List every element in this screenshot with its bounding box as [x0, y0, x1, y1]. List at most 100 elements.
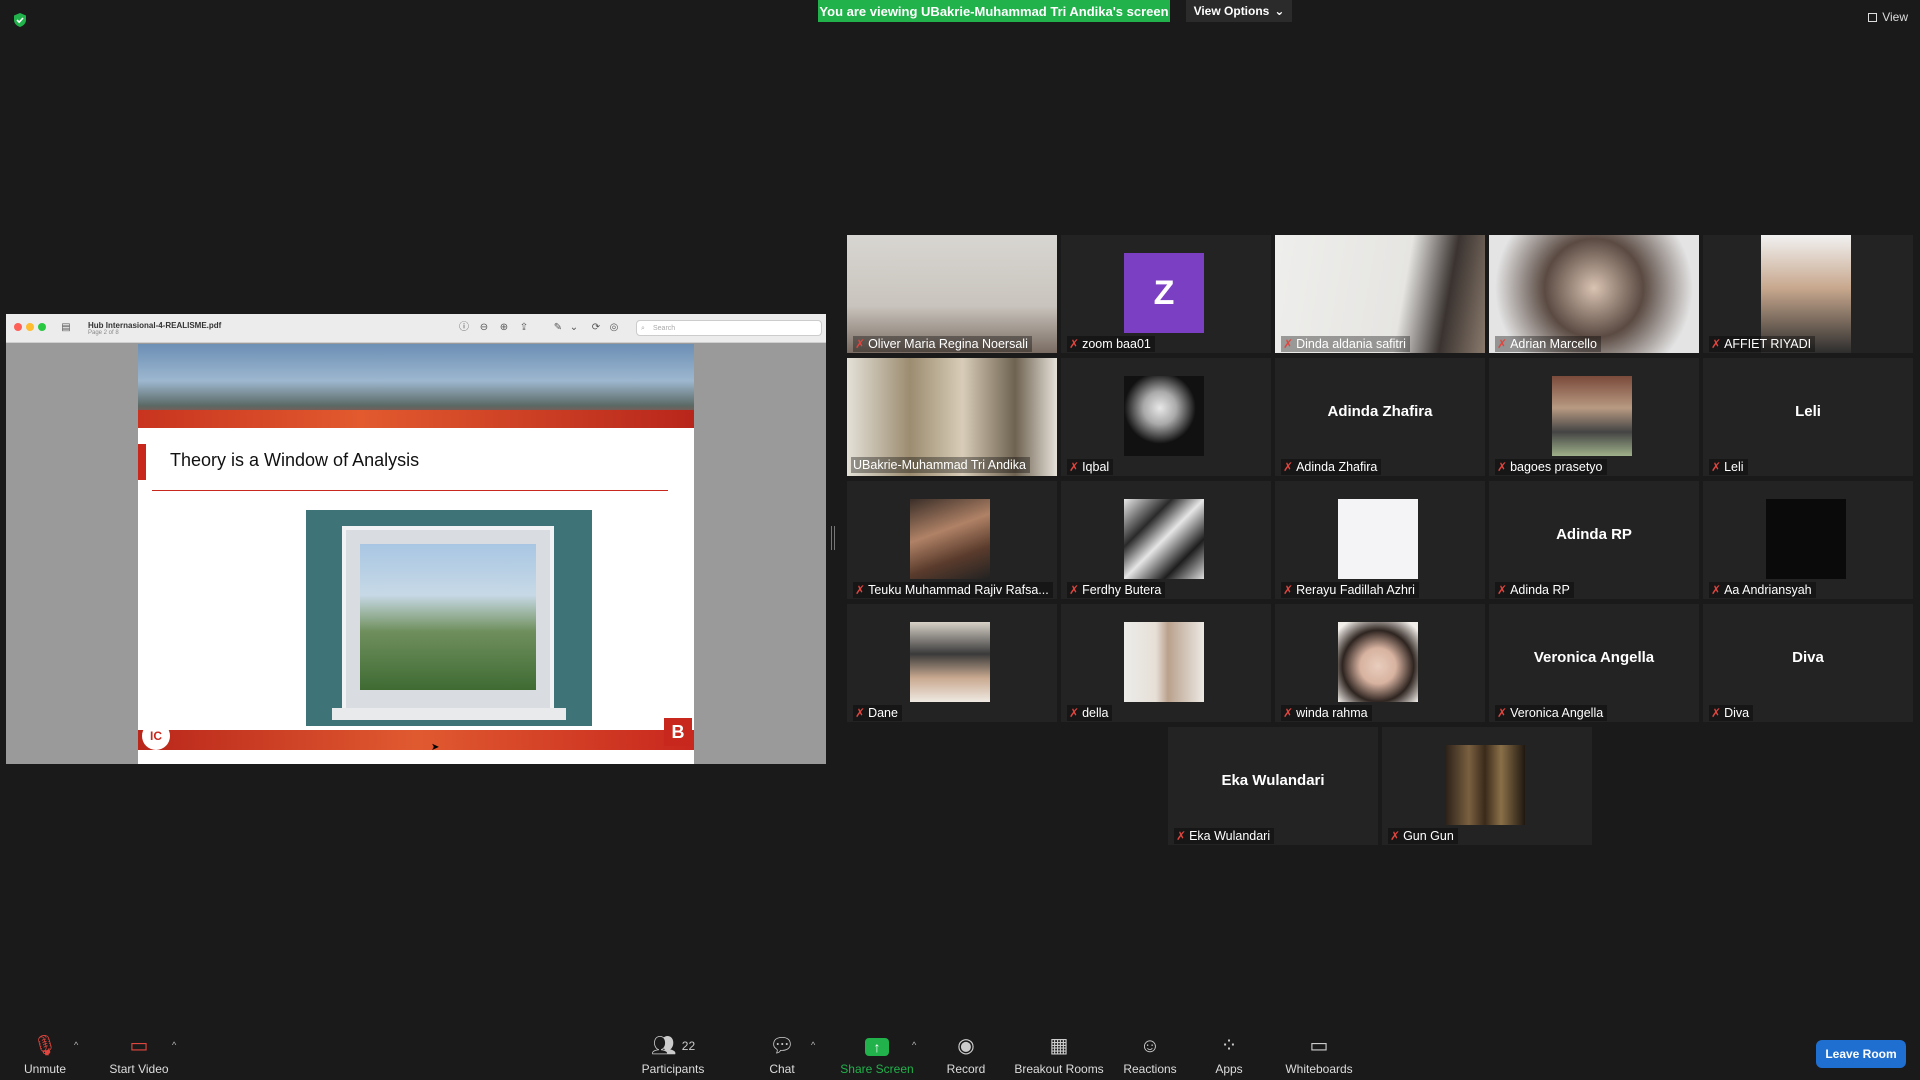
start-video-button[interactable]: ▭ Start Video	[104, 1034, 174, 1076]
participant-tile[interactable]: ✗ Rerayu Fadillah Azhri	[1275, 481, 1485, 599]
view-options-button[interactable]: View Options ⌄	[1186, 0, 1292, 22]
participant-tile[interactable]: ✗ Ferdhy Butera	[1061, 481, 1271, 599]
participant-name: ✗ Oliver Maria Regina Noersali	[853, 336, 1032, 352]
breakout-rooms-label: Breakout Rooms	[1014, 1062, 1104, 1076]
info-icon[interactable]: ⓘ	[458, 322, 470, 334]
zoom-in-icon[interactable]: ⊕	[498, 322, 510, 334]
participant-tile-active-speaker[interactable]: UBakrie-Muhammad Tri Andika	[847, 358, 1057, 476]
pdf-viewer-toolbar: ▤ Hub Internasional-4-REALISME.pdf Page …	[6, 314, 826, 343]
muted-mic-icon: ✗	[1497, 706, 1508, 720]
whiteboards-button[interactable]: ▭ Whiteboards	[1282, 1034, 1356, 1076]
apps-button[interactable]: ⁘ Apps	[1210, 1034, 1248, 1076]
participants-button[interactable]: 👥︎ 22 Participants	[640, 1034, 706, 1076]
participant-name: ✗ Adinda Zhafira	[1281, 459, 1382, 475]
window-sill	[332, 708, 566, 720]
pdf-page-indicator: Page 2 of 8	[88, 330, 119, 336]
record-label: Record	[946, 1062, 986, 1076]
view-toggle-label: View	[1882, 10, 1908, 24]
chevron-down-icon: ⌄	[1274, 4, 1285, 18]
open-window-image	[306, 510, 592, 726]
participant-tile[interactable]: ✗ Iqbal	[1061, 358, 1271, 476]
participant-tile[interactable]: ✗ Aa Andriansyah	[1703, 481, 1913, 599]
whiteboards-label: Whiteboards	[1285, 1062, 1353, 1076]
leave-room-button[interactable]: Leave Room	[1816, 1040, 1906, 1068]
muted-mic-icon: ✗	[1390, 829, 1401, 843]
participant-name: ✗ Iqbal	[1067, 459, 1114, 475]
participant-name: UBakrie-Muhammad Tri Andika	[851, 457, 1030, 473]
split-view-handle[interactable]	[831, 526, 835, 550]
muted-mic-icon: ✗	[1711, 706, 1722, 720]
participant-tile[interactable]: ✗ Teuku Muhammad Rajiv Rafsa...	[847, 481, 1057, 599]
muted-mic-icon: ✗	[1069, 460, 1080, 474]
presentation-slide: Theory is a Window of Analysis IC B ➤	[138, 344, 694, 764]
muted-mic-icon: ✗	[1497, 460, 1508, 474]
search-icon: ⌕	[641, 325, 645, 332]
chat-button[interactable]: 💬︎ Chat	[760, 1034, 804, 1076]
participant-tile[interactable]: Z ✗ zoom baa01	[1061, 235, 1271, 353]
participant-name: ✗ Rerayu Fadillah Azhri	[1281, 582, 1419, 598]
participant-name: ✗ Teuku Muhammad Rajiv Rafsa...	[853, 582, 1053, 598]
close-window-icon[interactable]	[14, 323, 22, 331]
participant-tile[interactable]: Adinda RP ✗ Adinda RP	[1489, 481, 1699, 599]
participant-photo	[1338, 622, 1418, 702]
sidebar-toggle-icon[interactable]: ▤	[60, 322, 72, 334]
participant-tile[interactable]: ✗ Dane	[847, 604, 1057, 722]
muted-mic-icon: ✗	[1283, 583, 1294, 597]
markup-pen-icon[interactable]: ✎	[552, 322, 564, 334]
participant-tile[interactable]: ✗ AFFIET RIYADI	[1703, 235, 1913, 353]
muted-mic-icon: ✗	[1069, 583, 1080, 597]
maximize-window-icon[interactable]	[38, 323, 46, 331]
participant-display-name: Diva	[1792, 649, 1824, 666]
annotate-icon[interactable]: ◎	[608, 322, 620, 334]
participant-tile[interactable]: ✗ Dinda aldania safitri	[1275, 235, 1485, 353]
chat-options-caret-icon[interactable]: ^	[811, 1040, 815, 1050]
participant-tile[interactable]: ✗ Gun Gun	[1382, 727, 1592, 845]
reactions-button[interactable]: ☺︎ Reactions	[1122, 1034, 1178, 1076]
participant-name: ✗ Diva	[1709, 705, 1754, 721]
participant-name: ✗ Ferdhy Butera	[1067, 582, 1166, 598]
chat-label: Chat	[769, 1062, 795, 1076]
participant-tile[interactable]: Adinda Zhafira ✗ Adinda Zhafira	[1275, 358, 1485, 476]
participant-photo	[910, 499, 990, 579]
shared-screen[interactable]: ▤ Hub Internasional-4-REALISME.pdf Page …	[6, 314, 826, 764]
record-button[interactable]: ◉ Record	[940, 1034, 992, 1076]
pdf-search-field[interactable]: ⌕ Search	[636, 320, 822, 336]
participant-tile[interactable]: ✗ della	[1061, 604, 1271, 722]
audio-options-caret-icon[interactable]: ^	[74, 1040, 78, 1050]
chevron-down-icon[interactable]: ⌄	[568, 322, 580, 334]
share-options-caret-icon[interactable]: ^	[912, 1040, 916, 1050]
participant-photo	[1338, 499, 1418, 579]
participant-tile[interactable]: Eka Wulandari ✗ Eka Wulandari	[1168, 727, 1378, 845]
participant-tile[interactable]: Diva ✗ Diva	[1703, 604, 1913, 722]
participant-name: ✗ Aa Andriansyah	[1709, 582, 1816, 598]
participant-photo	[1124, 376, 1204, 456]
participant-display-name: Adinda RP	[1556, 526, 1632, 543]
start-video-label: Start Video	[109, 1062, 169, 1076]
view-toggle-button[interactable]: View	[1868, 10, 1908, 24]
video-off-icon: ▭	[129, 1035, 149, 1057]
meeting-toolbar: 🎙︎ Unmute ^ ▭ Start Video ^ 👥︎ 22 Partic…	[0, 1020, 1920, 1080]
participant-tile[interactable]: ✗ winda rahma	[1275, 604, 1485, 722]
rotate-icon[interactable]: ⟳	[590, 322, 602, 334]
breakout-rooms-button[interactable]: ▦ Breakout Rooms	[1012, 1034, 1106, 1076]
participant-tile[interactable]: Veronica Angella ✗ Veronica Angella	[1489, 604, 1699, 722]
security-shield-icon[interactable]	[12, 12, 28, 28]
viewing-screen-banner: You are viewing UBakrie-Muhammad Tri And…	[818, 0, 1170, 22]
share-screen-button[interactable]: ↑ Share Screen	[838, 1034, 916, 1076]
unmute-button[interactable]: 🎙︎ Unmute	[20, 1034, 70, 1076]
participant-tile[interactable]: ✗ Adrian Marcello	[1489, 235, 1699, 353]
participant-tile[interactable]: Leli ✗ Leli	[1703, 358, 1913, 476]
zoom-out-icon[interactable]: ⊖	[478, 322, 490, 334]
share-icon[interactable]: ⇪	[518, 322, 530, 334]
video-options-caret-icon[interactable]: ^	[172, 1040, 176, 1050]
slide-title-accent	[138, 444, 146, 480]
muted-mic-icon: ✗	[1283, 460, 1294, 474]
mouse-cursor-icon: ➤	[431, 742, 440, 753]
participant-name: ✗ Veronica Angella	[1495, 705, 1608, 721]
participant-tile[interactable]: ✗ Oliver Maria Regina Noersali	[847, 235, 1057, 353]
minimize-window-icon[interactable]	[26, 323, 34, 331]
participant-tile[interactable]: ✗ bagoes prasetyo	[1489, 358, 1699, 476]
participant-name: ✗ zoom baa01	[1067, 336, 1155, 352]
view-options-label: View Options	[1193, 4, 1270, 18]
participant-name: ✗ Dinda aldania safitri	[1281, 336, 1410, 352]
